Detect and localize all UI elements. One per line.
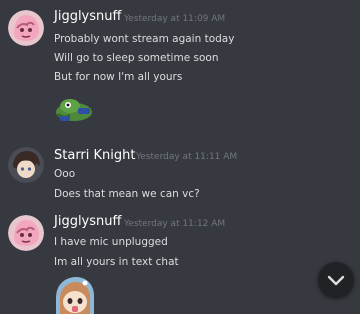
author-name[interactable]: Starri Knight xyxy=(54,148,136,163)
chevron-down-icon xyxy=(327,275,345,286)
anime-girl-sticker[interactable] xyxy=(52,276,96,314)
message-timestamp: Yesterday at 11:12 AM xyxy=(124,219,226,229)
message-text: Probably wont stream again today xyxy=(54,33,235,45)
message-text: Im all yours in text chat xyxy=(54,256,179,268)
pepe-emote[interactable] xyxy=(52,96,96,122)
message-text: I have mic unplugged xyxy=(54,236,168,248)
author-name[interactable]: Jigglysnuff xyxy=(54,9,121,24)
message-text: Will go to sleep sometime soon xyxy=(54,52,219,64)
avatar[interactable] xyxy=(8,147,44,183)
message-timestamp: Yesterday at 11:09 AM xyxy=(124,14,226,24)
message-text: But for now I'm all yours xyxy=(54,71,183,83)
jump-to-present-button[interactable] xyxy=(318,262,354,298)
avatar[interactable] xyxy=(8,10,44,46)
author-name[interactable]: Jigglysnuff xyxy=(54,214,121,229)
message-timestamp: Yesterday at 11:11 AM xyxy=(136,152,238,162)
message-text: Ooo xyxy=(54,168,76,180)
avatar[interactable] xyxy=(8,215,44,251)
message-text: Does that mean we can vc? xyxy=(54,188,200,200)
